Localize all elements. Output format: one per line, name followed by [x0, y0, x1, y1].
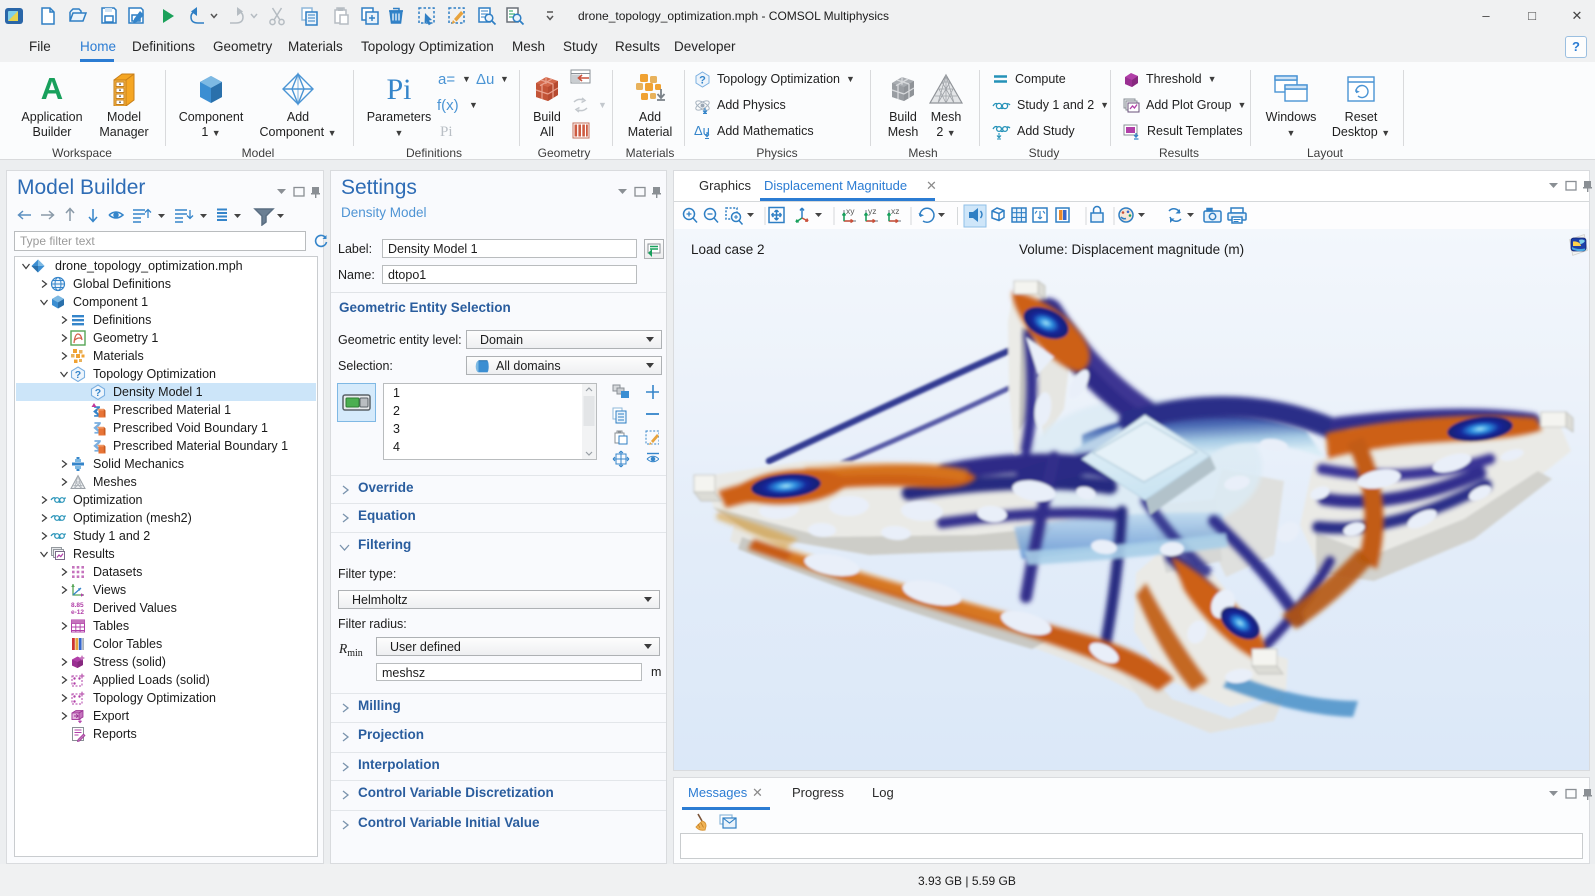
svg-text:A: A	[41, 72, 63, 106]
svg-text:f(x): f(x)	[437, 97, 459, 114]
svg-text:Pi: Pi	[386, 73, 411, 106]
svg-text:xz: xz	[891, 206, 900, 216]
svg-text:?: ?	[95, 387, 101, 399]
svg-text:e-12: e-12	[71, 609, 84, 616]
svg-text:xy: xy	[846, 206, 855, 216]
svg-text:8.85: 8.85	[71, 602, 84, 609]
svg-text:yz: yz	[868, 206, 877, 216]
svg-text:?: ?	[699, 74, 706, 86]
svg-text:a=: a=	[438, 71, 455, 87]
svg-text:Pi: Pi	[440, 124, 453, 140]
svg-text:Δu: Δu	[476, 71, 494, 87]
svg-text:?: ?	[75, 369, 81, 381]
